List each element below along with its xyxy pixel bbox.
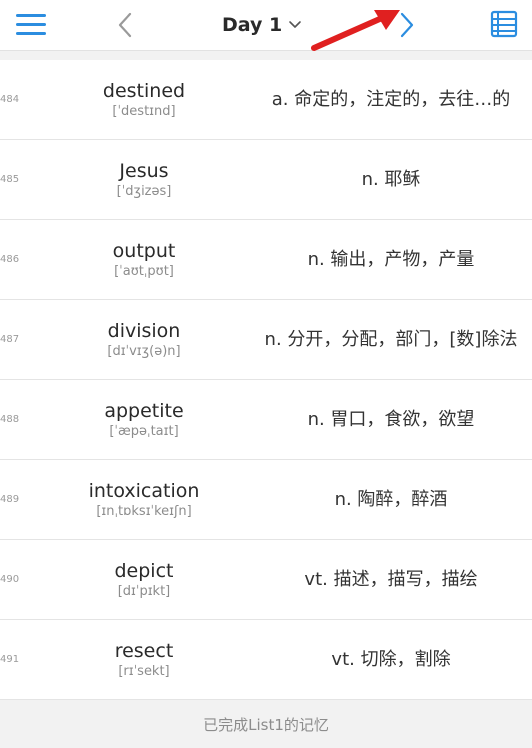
- meaning-column: n. 陶醉，醉酒: [262, 460, 520, 539]
- word-column: resect [rɪˈsekt]: [54, 620, 234, 699]
- phonetic-text: [dɪˈvɪʒ(ə)n]: [107, 343, 181, 359]
- word-column: appetite [ˈæpəˌtaɪt]: [54, 380, 234, 459]
- completion-message: 已完成List1的记忆: [203, 715, 329, 734]
- row-index: 487: [0, 334, 20, 345]
- word-row[interactable]: 485 Jesus [ˈdʒizəs] n. 耶稣: [0, 140, 532, 220]
- row-index: 486: [0, 254, 20, 265]
- meaning-text: vt. 切除，割除: [331, 649, 451, 670]
- word-text: appetite: [104, 399, 184, 422]
- word-text: intoxication: [88, 479, 200, 502]
- phonetic-text: [ˈdʒizəs]: [116, 183, 172, 199]
- top-bar: Day 1: [0, 0, 532, 51]
- meaning-column: vt. 描述，描写，描绘: [262, 540, 520, 619]
- meaning-text: n. 陶醉，醉酒: [334, 489, 448, 510]
- row-index: 484: [0, 94, 20, 105]
- row-index: 489: [0, 494, 20, 505]
- word-column: output [ˈaʊtˌpʊt]: [54, 220, 234, 299]
- red-arrow-annotation-icon: [311, 10, 400, 51]
- word-column: Jesus [ˈdʒizəs]: [54, 140, 234, 219]
- meaning-text: a. 命定的，注定的，去往…的: [271, 89, 511, 110]
- meaning-column: n. 耶稣: [262, 140, 520, 219]
- word-text: destined: [102, 79, 186, 102]
- meaning-text: n. 胃口，食欲，欲望: [307, 409, 475, 430]
- meaning-text: vt. 描述，描写，描绘: [304, 569, 478, 590]
- phonetic-text: [ˈaʊtˌpʊt]: [114, 263, 174, 279]
- meaning-column: n. 胃口，食欲，欲望: [262, 380, 520, 459]
- phonetic-text: [dɪˈpɪkt]: [117, 583, 171, 599]
- word-column: division [dɪˈvɪʒ(ə)n]: [54, 300, 234, 379]
- word-row[interactable]: 489 intoxication [ɪnˌtɒksɪˈkeɪʃn] n. 陶醉，醉酒: [0, 460, 532, 540]
- word-row[interactable]: 488 appetite [ˈæpəˌtaɪt] n. 胃口，食欲，欲望: [0, 380, 532, 460]
- footer: 已完成List1的记忆: [0, 700, 532, 748]
- menu-icon[interactable]: [16, 12, 48, 38]
- page-title: Day 1: [222, 14, 283, 36]
- row-index: 488: [0, 414, 20, 425]
- word-column: intoxication [ɪnˌtɒksɪˈkeɪʃn]: [54, 460, 234, 539]
- phonetic-text: [rɪˈsekt]: [118, 663, 170, 679]
- meaning-text: n. 分开，分配，部门，[数]除法: [264, 329, 518, 350]
- word-text: output: [112, 239, 176, 262]
- meaning-text: n. 输出，产物，产量: [307, 249, 475, 270]
- meaning-column: n. 分开，分配，部门，[数]除法: [262, 300, 520, 379]
- row-index: 490: [0, 574, 20, 585]
- word-text: Jesus: [119, 159, 169, 182]
- row-index: 485: [0, 174, 20, 185]
- word-row[interactable]: 490 depict [dɪˈpɪkt] vt. 描述，描写，描绘: [0, 540, 532, 620]
- word-text: depict: [114, 559, 174, 582]
- chevron-left-icon[interactable]: [110, 8, 140, 42]
- word-column: depict [dɪˈpɪkt]: [54, 540, 234, 619]
- word-row[interactable]: 491 resect [rɪˈsekt] vt. 切除，割除: [0, 620, 532, 700]
- phonetic-text: [ɪnˌtɒksɪˈkeɪʃn]: [96, 503, 192, 519]
- word-row[interactable]: 487 division [dɪˈvɪʒ(ə)n] n. 分开，分配，部门，[数]除法: [0, 300, 532, 380]
- word-list: 484 destined [ˈdestɪnd] a. 命定的，注定的，去往…的 485 J…: [0, 60, 532, 700]
- phonetic-text: [ˈdestɪnd]: [112, 103, 176, 119]
- word-text: division: [107, 319, 181, 342]
- word-text: resect: [114, 639, 174, 662]
- day-selector[interactable]: Day 1: [222, 10, 302, 40]
- row-index: 491: [0, 654, 20, 665]
- word-row[interactable]: 484 destined [ˈdestɪnd] a. 命定的，注定的，去往…的: [0, 60, 532, 140]
- list-view-icon[interactable]: [490, 10, 518, 38]
- meaning-text: n. 耶稣: [361, 169, 421, 190]
- word-column: destined [ˈdestɪnd]: [54, 60, 234, 139]
- meaning-column: vt. 切除，割除: [262, 620, 520, 699]
- phonetic-text: [ˈæpəˌtaɪt]: [109, 423, 179, 439]
- meaning-column: a. 命定的，注定的，去往…的: [262, 60, 520, 139]
- word-row[interactable]: 486 output [ˈaʊtˌpʊt] n. 输出，产物，产量: [0, 220, 532, 300]
- meaning-column: n. 输出，产物，产量: [262, 220, 520, 299]
